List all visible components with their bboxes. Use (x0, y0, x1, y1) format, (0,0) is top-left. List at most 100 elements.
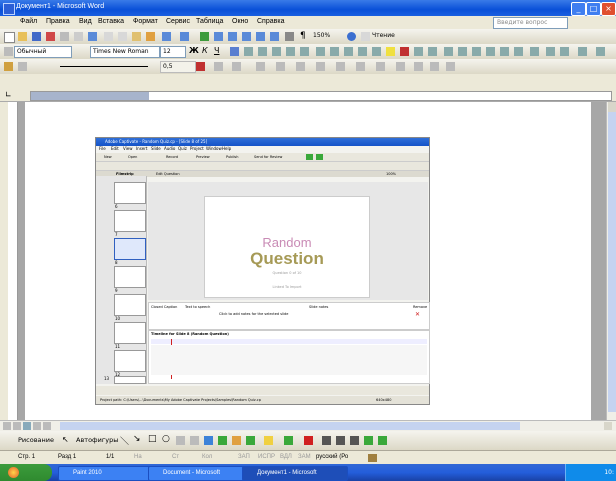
save-icon[interactable] (32, 32, 41, 41)
vertical-textbox-icon[interactable] (190, 436, 199, 445)
font-combo[interactable]: Times New Roman (90, 46, 160, 58)
menu-view[interactable]: Вид (79, 18, 92, 25)
menu-format[interactable]: Формат (133, 18, 158, 25)
arrow-style-icon[interactable] (350, 436, 359, 445)
redo-icon[interactable] (180, 32, 189, 41)
justify-icon[interactable] (272, 47, 281, 56)
menu-insert[interactable]: Вставка (98, 18, 124, 25)
distribute-cols-icon[interactable] (356, 62, 365, 71)
autoformat-icon[interactable] (376, 62, 385, 71)
paste-icon[interactable] (132, 32, 141, 41)
bullets-icon[interactable] (330, 47, 339, 56)
sort-desc-icon[interactable] (430, 62, 439, 71)
status-trk[interactable]: ИСПР (258, 454, 275, 460)
task-document[interactable]: Document - Microsoft (148, 466, 252, 481)
borders-icon[interactable] (372, 47, 381, 56)
border-color-icon[interactable] (196, 62, 205, 71)
enclose-icon[interactable] (458, 47, 467, 56)
maximize-button[interactable]: □ (586, 2, 601, 16)
undo-icon[interactable] (162, 32, 171, 41)
new-document-icon[interactable] (4, 32, 15, 43)
task-paint[interactable]: Paint 2010 (58, 466, 158, 481)
status-rec[interactable]: ЗАП (238, 454, 250, 460)
help-question-input[interactable]: Введите вопрос (493, 17, 568, 29)
menu-tools[interactable]: Сервис (166, 18, 190, 25)
split-cells-icon[interactable] (296, 62, 305, 71)
merge-cells-icon[interactable] (276, 62, 285, 71)
shading-icon[interactable] (578, 47, 587, 56)
align-center-icon[interactable] (244, 47, 253, 56)
3d-icon[interactable] (378, 436, 387, 445)
spelling-icon[interactable] (88, 32, 97, 41)
shading-color-icon[interactable] (232, 62, 241, 71)
distributed-icon[interactable] (286, 47, 295, 56)
reading-view-icon[interactable] (43, 422, 51, 430)
hyperlink-icon[interactable] (200, 32, 209, 41)
read-button[interactable]: Чтение (372, 32, 395, 39)
drawing-menu[interactable]: Рисование (18, 436, 54, 444)
sort-asc-icon[interactable] (414, 62, 423, 71)
columns-icon[interactable] (256, 32, 265, 41)
menu-table[interactable]: Таблица (196, 18, 223, 25)
symbol-icon[interactable] (530, 47, 539, 56)
open-folder-icon[interactable] (18, 32, 27, 41)
rectangle-tool-icon[interactable]: □ (148, 434, 157, 444)
spelling-status-icon[interactable] (368, 454, 377, 462)
increase-indent-icon[interactable] (358, 47, 367, 56)
task-word[interactable]: Документ1 - Microsoft (242, 466, 348, 481)
vertical-scrollbar[interactable] (606, 102, 616, 420)
indent-icon-1[interactable] (500, 47, 509, 56)
more-icon[interactable] (596, 47, 605, 56)
normal-view-icon[interactable] (3, 422, 11, 430)
superscript-icon[interactable] (414, 47, 423, 56)
picture-icon[interactable] (246, 436, 255, 445)
line-color-icon[interactable] (284, 436, 293, 445)
outline-view-icon[interactable] (33, 422, 41, 430)
insert-excel-icon[interactable] (242, 32, 251, 41)
horizontal-ruler[interactable]: ∟ (0, 89, 616, 102)
menu-file[interactable]: Файл (20, 18, 37, 25)
underline-icon[interactable]: Ч (214, 46, 219, 55)
scroll-thumb[interactable] (608, 112, 616, 412)
tables-icon[interactable] (546, 47, 555, 56)
line-style-combo[interactable] (60, 66, 148, 67)
print-layout-icon[interactable] (23, 422, 31, 430)
embedded-screenshot[interactable]: Adobe Captivate - Random Quiz.cp - [Slid… (95, 137, 430, 405)
clipart-icon[interactable] (232, 436, 241, 445)
menu-window[interactable]: Окно (232, 18, 248, 25)
eraser-icon[interactable] (18, 62, 27, 71)
vertical-ruler[interactable] (8, 102, 18, 420)
copy-icon[interactable] (118, 32, 127, 41)
format-painter-icon[interactable] (146, 32, 155, 41)
autosum-icon[interactable] (446, 62, 455, 71)
h-scroll-thumb[interactable] (60, 422, 520, 430)
status-ovr[interactable]: ЗАМ (298, 454, 311, 460)
insert-table-2-icon[interactable] (256, 62, 265, 71)
insert-table-icon[interactable] (228, 32, 237, 41)
menu-edit[interactable]: Правка (46, 18, 70, 25)
distribute-rows-icon[interactable] (336, 62, 345, 71)
style-combo[interactable]: Обычный (14, 46, 72, 58)
status-ext[interactable]: ВДЛ (280, 454, 292, 460)
window-titlebar[interactable]: Документ1 - Microsoft Word _ □ × (0, 0, 616, 16)
minimize-button[interactable]: _ (571, 2, 586, 16)
list-icon-2[interactable] (486, 47, 495, 56)
autoshapes-menu[interactable]: Автофигуры (76, 436, 118, 444)
font-color-icon[interactable] (400, 47, 409, 56)
zoom-value[interactable]: 150% (313, 32, 330, 39)
diagram-icon[interactable] (218, 436, 227, 445)
select-objects-icon[interactable]: ↖ (62, 435, 69, 444)
print-preview-icon[interactable] (74, 32, 83, 41)
fill-color-icon[interactable] (264, 436, 273, 445)
menu-help[interactable]: Справка (257, 18, 284, 25)
cut-icon[interactable] (104, 32, 113, 41)
italic-icon[interactable]: К (202, 46, 208, 55)
line-style-icon[interactable] (322, 436, 331, 445)
scroll-up-icon[interactable] (608, 102, 616, 112)
styles-icon[interactable] (4, 47, 13, 56)
textbox-icon[interactable] (176, 436, 185, 445)
line-weight-combo[interactable]: 0,5 (160, 61, 196, 73)
text-direction-icon[interactable] (396, 62, 405, 71)
tab-selector-icon[interactable]: ∟ (5, 90, 12, 99)
subscript-icon[interactable] (428, 47, 437, 56)
